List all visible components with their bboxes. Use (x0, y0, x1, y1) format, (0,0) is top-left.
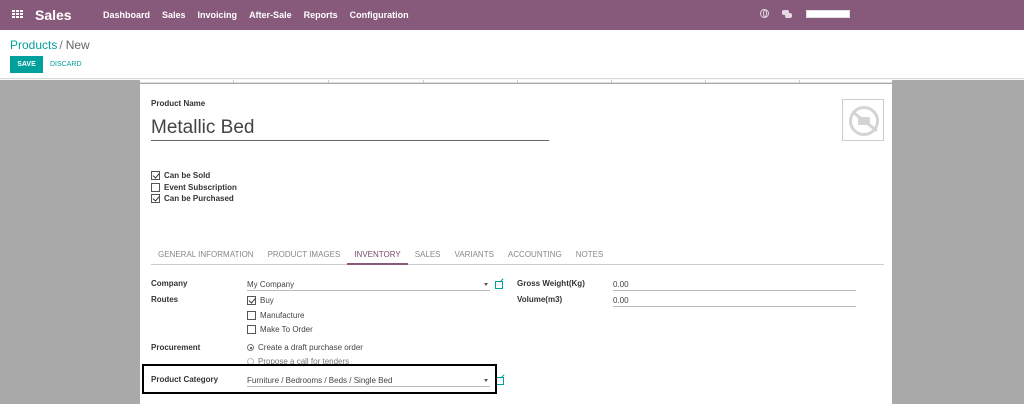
tab-accounting[interactable]: ACCOUNTING (501, 244, 569, 265)
user-menu[interactable] (806, 9, 850, 18)
apps-menu-icon[interactable] (12, 10, 23, 19)
product-category-select[interactable]: Furniture / Bedrooms / Beds / Single Bed (247, 375, 490, 387)
company-select[interactable]: My Company (247, 279, 490, 291)
company-value: My Company (247, 280, 295, 289)
route-buy-label: Buy (260, 296, 274, 305)
flag-can-be-sold: Can be Sold (151, 170, 237, 181)
procurement-label: Procurement (151, 343, 201, 352)
can-be-purchased-checkbox[interactable] (151, 194, 160, 203)
top-navbar: Sales Dashboard Sales Invoicing After-Sa… (0, 0, 1024, 30)
route-buy: Buy (247, 295, 274, 306)
tab-product-images[interactable]: PRODUCT IMAGES (261, 244, 348, 265)
main-menu: Dashboard Sales Invoicing After-Sale Rep… (103, 10, 421, 20)
can-be-sold-checkbox[interactable] (151, 171, 160, 180)
globe-icon[interactable] (760, 9, 769, 18)
product-name-input[interactable]: Metallic Bed (151, 114, 549, 141)
breadcrumb-separator: / (59, 38, 63, 52)
routes-label: Routes (151, 295, 179, 304)
chevron-down-icon (484, 283, 488, 286)
company-label: Company (151, 279, 188, 288)
menu-item-dashboard[interactable]: Dashboard (103, 10, 150, 20)
route-make-to-order-label: Make To Order (260, 325, 313, 334)
external-link-icon[interactable] (496, 377, 504, 385)
route-manufacture-checkbox[interactable] (247, 311, 256, 320)
can-be-purchased-label: Can be Purchased (164, 194, 234, 203)
product-name-label: Product Name (151, 99, 206, 108)
tab-variants[interactable]: VARIANTS (448, 244, 501, 265)
product-image[interactable] (842, 99, 884, 141)
can-be-sold-label: Can be Sold (164, 171, 211, 180)
notebook-tabs: GENERAL INFORMATION PRODUCT IMAGES INVEN… (151, 244, 884, 265)
breadcrumb: Products / New (10, 38, 90, 52)
procurement-option-tenders: Propose a call for tenders (247, 356, 349, 367)
menu-item-configuration[interactable]: Configuration (350, 10, 409, 20)
menu-item-after-sale[interactable]: After-Sale (249, 10, 292, 20)
volume-label: Volume(m3) (517, 295, 563, 304)
save-button[interactable]: SAVE (10, 56, 43, 73)
button-box (140, 80, 892, 83)
gross-weight-label: Gross Weight(Kg) (517, 279, 585, 288)
chevron-down-icon (484, 379, 488, 382)
menu-item-invoicing[interactable]: Invoicing (198, 10, 238, 20)
product-flags: Can be Sold Event Subscription Can be Pu… (151, 170, 237, 205)
camera-icon (849, 106, 879, 136)
draft-po-radio[interactable] (247, 344, 254, 351)
discard-button[interactable]: DISCARD (50, 56, 82, 73)
navbar-systray (760, 9, 850, 18)
event-subscription-label: Event Subscription (164, 182, 237, 192)
route-make-to-order-checkbox[interactable] (247, 325, 256, 334)
tenders-label: Propose a call for tenders (258, 357, 350, 366)
external-link-icon[interactable] (495, 281, 503, 289)
menu-item-sales[interactable]: Sales (162, 10, 186, 20)
tab-sales[interactable]: SALES (408, 244, 448, 265)
product-category-label: Product Category (151, 375, 219, 384)
route-manufacture: Manufacture (247, 310, 304, 321)
breadcrumb-products-link[interactable]: Products (10, 38, 57, 52)
tab-general-information[interactable]: GENERAL INFORMATION (151, 244, 261, 265)
tab-notes[interactable]: NOTES (569, 244, 611, 265)
control-panel: Products / New SAVE DISCARD (0, 30, 1024, 79)
volume-input[interactable]: 0.00 (613, 295, 856, 307)
menu-item-reports[interactable]: Reports (304, 10, 338, 20)
breadcrumb-current: New (65, 38, 90, 52)
app-brand[interactable]: Sales (35, 7, 72, 23)
chat-icon[interactable] (782, 9, 792, 18)
draft-po-label: Create a draft purchase order (258, 343, 363, 352)
tab-inventory[interactable]: INVENTORY (347, 244, 408, 265)
route-make-to-order: Make To Order (247, 324, 313, 335)
flag-can-be-purchased: Can be Purchased (151, 193, 237, 204)
route-manufacture-label: Manufacture (260, 311, 305, 320)
product-category-value: Furniture / Bedrooms / Beds / Single Bed (247, 376, 393, 385)
flag-event-subscription: Event Subscription (151, 182, 237, 193)
route-buy-checkbox[interactable] (247, 296, 256, 305)
gross-weight-input[interactable]: 0.00 (613, 279, 856, 291)
tenders-radio[interactable] (247, 358, 254, 365)
procurement-option-draft-po: Create a draft purchase order (247, 342, 363, 353)
event-subscription-checkbox[interactable] (151, 182, 160, 192)
